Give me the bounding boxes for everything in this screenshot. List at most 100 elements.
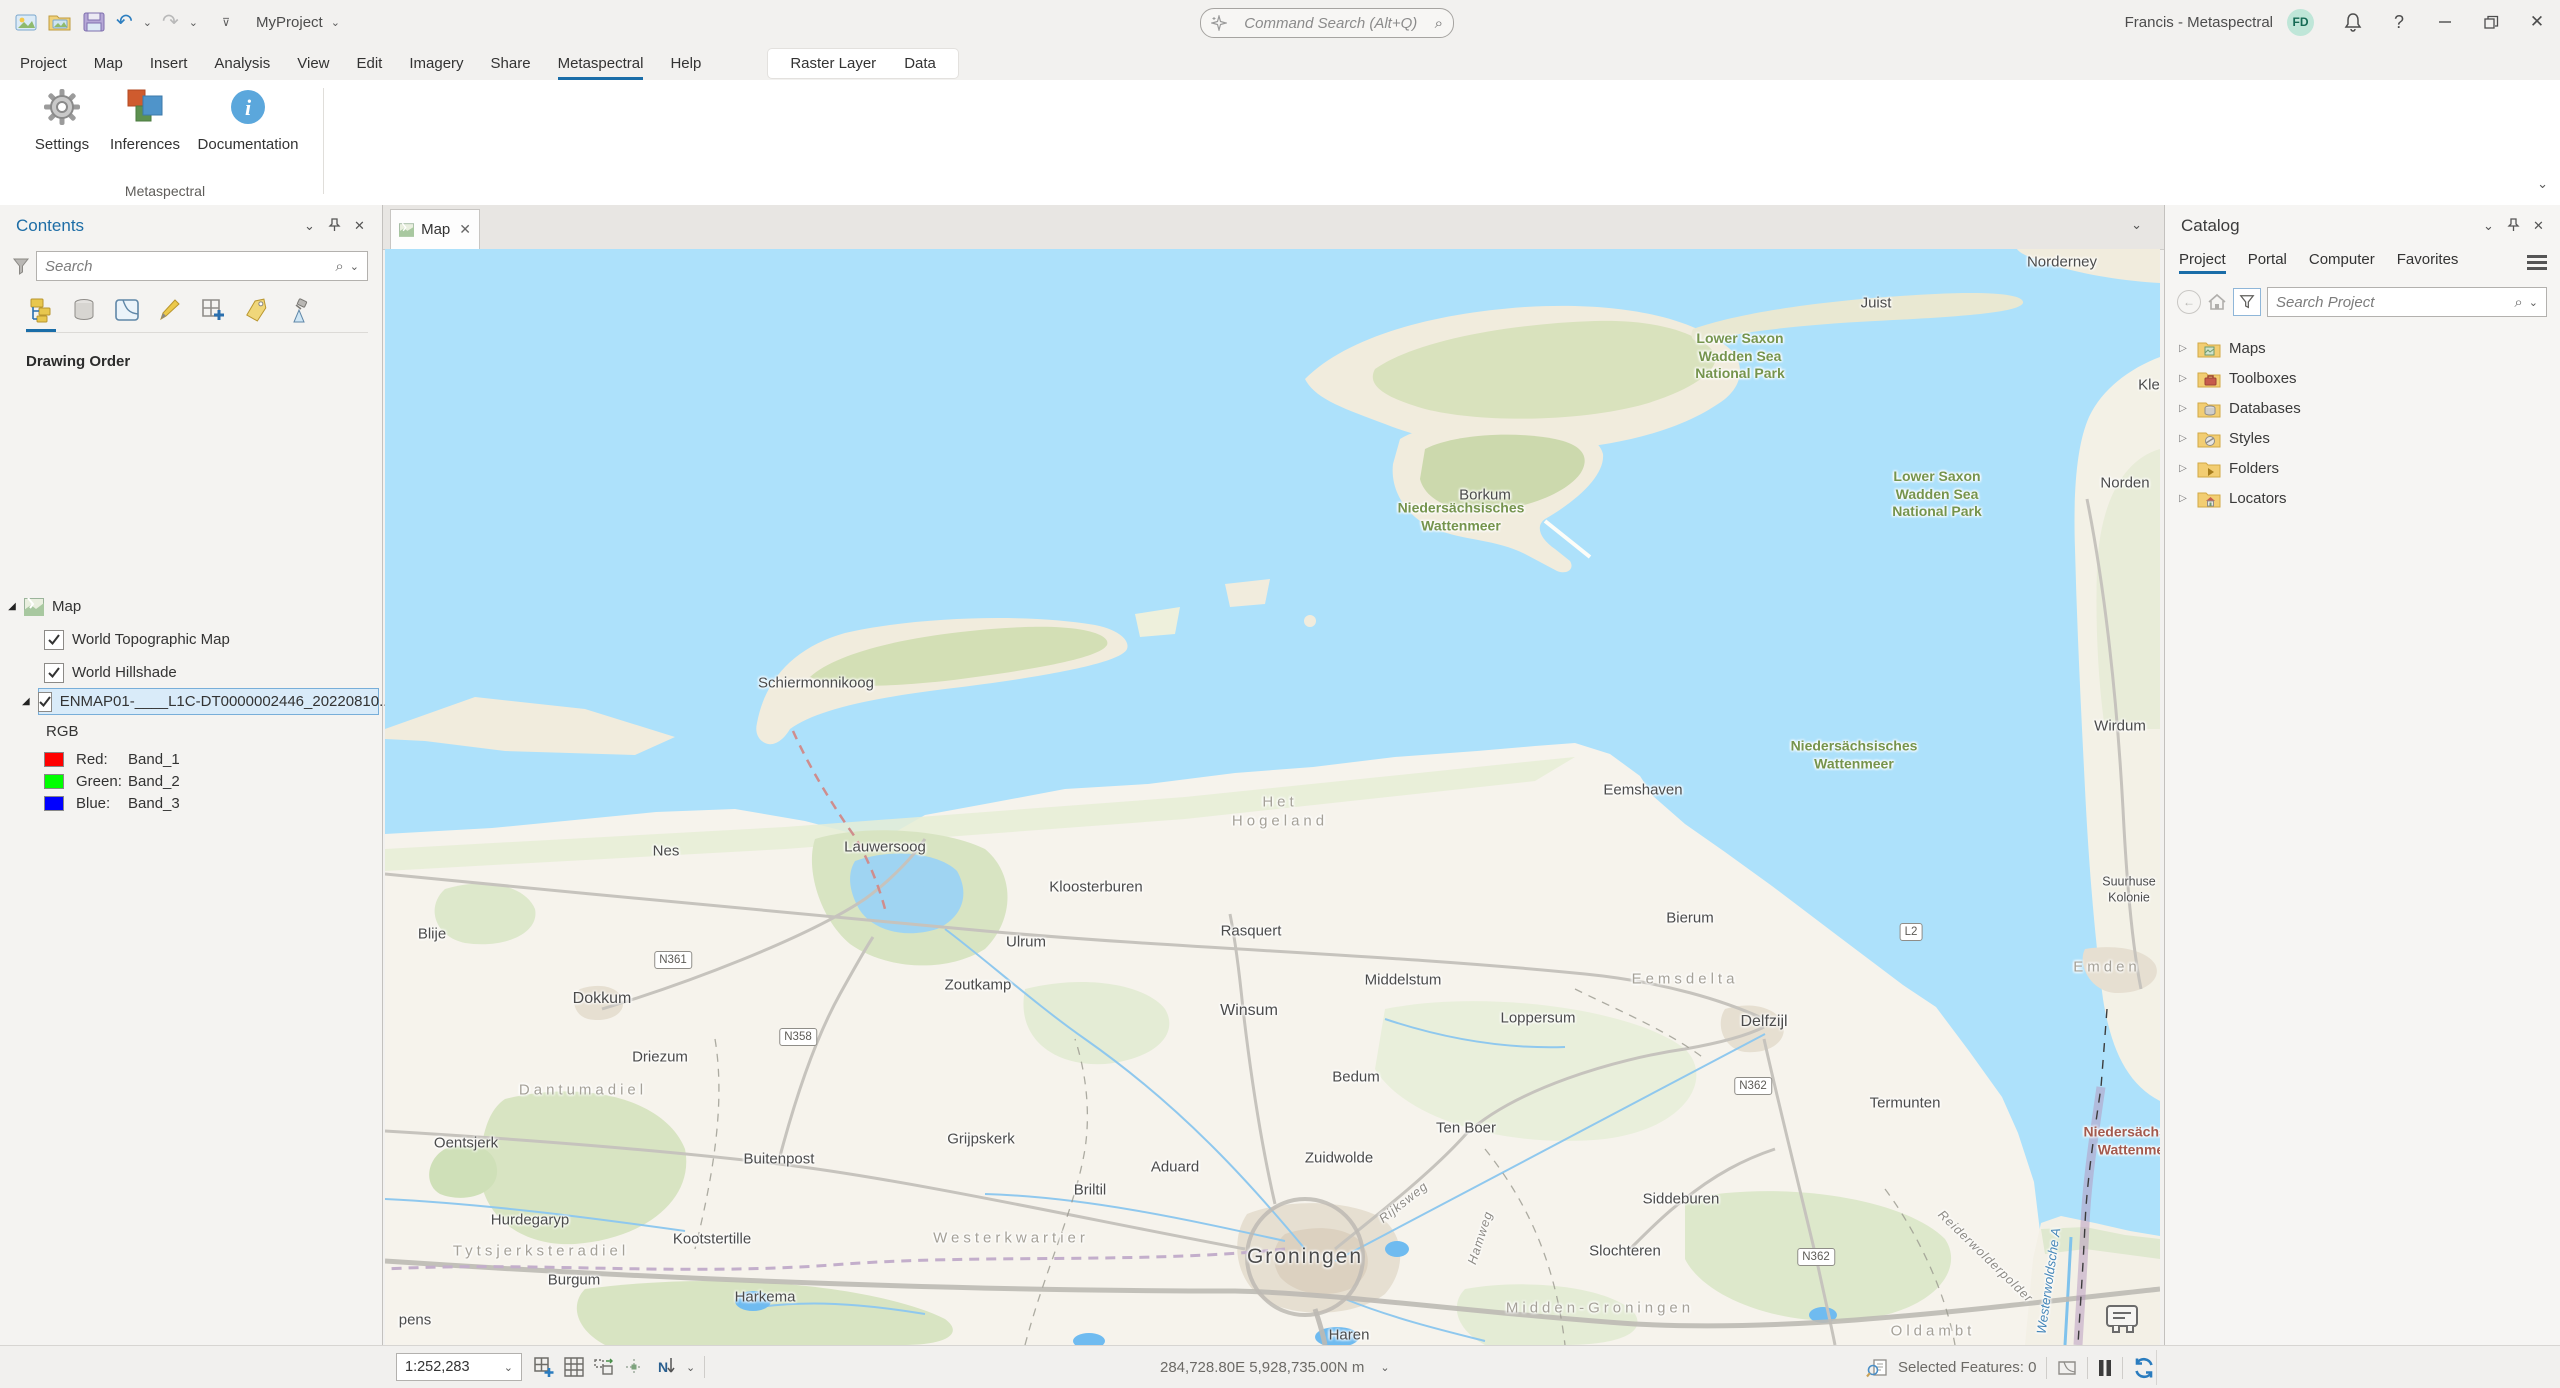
help-icon[interactable]: ? xyxy=(2376,0,2422,44)
new-project-icon[interactable] xyxy=(14,11,38,33)
list-by-data-source-icon[interactable] xyxy=(69,295,99,332)
collapsed-triangle-icon[interactable]: ▷ xyxy=(2177,493,2189,504)
coordinate-readout[interactable]: 284,728.80E 5,928,735.00N m ⌄ xyxy=(1160,1346,1390,1388)
catalog-item-databases[interactable]: ▷ Databases xyxy=(2165,393,2560,423)
avatar[interactable]: FD xyxy=(2287,9,2314,36)
project-menu[interactable]: MyProject ⌄ xyxy=(256,14,340,31)
list-by-drawing-order-icon[interactable] xyxy=(26,295,56,332)
ribbon-tab-edit[interactable]: Edit xyxy=(357,48,383,80)
documentation-button[interactable]: i Documentation xyxy=(198,88,298,153)
pin-icon[interactable] xyxy=(2501,218,2526,235)
undo-dropdown-icon[interactable]: ⌄ xyxy=(143,16,152,29)
map-view-tab[interactable]: Map ✕ xyxy=(390,209,480,249)
chevron-down-icon[interactable]: ⌄ xyxy=(350,260,359,273)
refresh-icon[interactable] xyxy=(2133,1357,2155,1379)
tree-node-map[interactable]: ◢ Map xyxy=(0,593,382,620)
layer-row-enmap[interactable]: ◢ ENMAP01-____L1C-DT0000002446_20220810.… xyxy=(0,688,382,715)
layer-row-hillshade[interactable]: World Hillshade xyxy=(0,659,382,686)
pause-drawing-icon[interactable] xyxy=(2098,1359,2112,1377)
command-search[interactable]: Command Search (Alt+Q) ⌕ xyxy=(1200,8,1454,38)
collapse-ribbon-icon[interactable]: ⌄ xyxy=(2537,176,2548,192)
close-tab-icon[interactable]: ✕ xyxy=(459,221,471,238)
layer-checkbox[interactable] xyxy=(38,692,52,712)
snapping-icon[interactable] xyxy=(624,1357,644,1377)
save-project-icon[interactable] xyxy=(82,11,106,33)
catalog-item-locators[interactable]: ▷ Locators xyxy=(2165,483,2560,513)
map-label: Middelstum xyxy=(1365,972,1442,991)
filter-funnel-icon[interactable] xyxy=(2233,288,2261,316)
collapsed-triangle-icon[interactable]: ▷ xyxy=(2177,373,2189,384)
ribbon-tab-project[interactable]: Project xyxy=(20,48,67,80)
filter-funnel-icon[interactable] xyxy=(12,257,30,275)
list-by-selection-icon[interactable] xyxy=(112,295,142,332)
contents-search-input[interactable]: Search ⌕ ⌄ xyxy=(36,251,368,281)
collapsed-triangle-icon[interactable]: ▷ xyxy=(2177,403,2189,414)
close-button[interactable]: ✕ xyxy=(2514,0,2560,44)
ribbon-tab-insert[interactable]: Insert xyxy=(150,48,188,80)
open-project-icon[interactable] xyxy=(48,11,72,33)
map-scale-combo[interactable]: 1:252,283 ⌄ xyxy=(396,1353,522,1381)
inferences-button[interactable]: Inferences xyxy=(95,88,195,153)
notifications-bell-icon[interactable] xyxy=(2330,0,2376,44)
ribbon-tab-view[interactable]: View xyxy=(297,48,329,80)
grid-icon[interactable] xyxy=(564,1357,584,1377)
pane-options-chevron-icon[interactable]: ⌄ xyxy=(2476,218,2501,234)
map-view[interactable]: NorderneyJuistKleLower Saxon Wadden Sea … xyxy=(385,249,2160,1345)
ribbon-tab-map[interactable]: Map xyxy=(94,48,123,80)
north-arrow-icon[interactable]: N xyxy=(653,1356,677,1378)
catalog-search-input[interactable]: Search Project ⌕ ⌄ xyxy=(2267,287,2547,317)
catalog-item-maps[interactable]: ▷ Maps xyxy=(2165,333,2560,363)
grid-add-icon[interactable] xyxy=(533,1356,555,1378)
ribbon-tab-analysis[interactable]: Analysis xyxy=(214,48,270,80)
map-extent-icon[interactable] xyxy=(2057,1359,2077,1377)
layer-checkbox[interactable] xyxy=(44,663,64,683)
list-by-editing-icon[interactable] xyxy=(155,295,185,332)
tab-portal[interactable]: Portal xyxy=(2248,251,2287,274)
layer-row-topographic[interactable]: World Topographic Map xyxy=(0,626,382,653)
collapsed-triangle-icon[interactable]: ▷ xyxy=(2177,433,2189,444)
tab-list-chevron-icon[interactable]: ⌄ xyxy=(2131,217,2142,233)
minimize-button[interactable] xyxy=(2422,0,2468,44)
chevron-down-icon[interactable]: ⌄ xyxy=(686,1361,695,1374)
undo-button[interactable]: ↶ xyxy=(116,12,133,32)
ribbon-tab-help[interactable]: Help xyxy=(670,48,701,80)
map-label: Bierum xyxy=(1666,910,1714,929)
collapsed-triangle-icon[interactable]: ▷ xyxy=(2177,463,2189,474)
collapsed-triangle-icon[interactable]: ▷ xyxy=(2177,343,2189,354)
back-arrow-icon[interactable]: ← xyxy=(2177,290,2201,314)
explore-selection-icon[interactable] xyxy=(1866,1358,1888,1378)
home-icon[interactable] xyxy=(2207,293,2227,311)
pane-options-chevron-icon[interactable]: ⌄ xyxy=(297,218,322,234)
catalog-item-toolboxes[interactable]: ▷ Toolboxes xyxy=(2165,363,2560,393)
tab-project[interactable]: Project xyxy=(2179,251,2226,274)
chevron-down-icon[interactable]: ⌄ xyxy=(2529,296,2538,309)
catalog-item-styles[interactable]: ▷ Styles xyxy=(2165,423,2560,453)
close-pane-icon[interactable]: ✕ xyxy=(2526,218,2551,234)
list-by-snapping-icon[interactable] xyxy=(198,295,228,332)
map-notification-icon[interactable] xyxy=(2105,1304,2139,1334)
tab-favorites[interactable]: Favorites xyxy=(2397,251,2459,274)
close-pane-icon[interactable]: ✕ xyxy=(347,218,372,234)
pin-icon[interactable] xyxy=(322,218,347,235)
ribbon-tab-share[interactable]: Share xyxy=(491,48,531,80)
selected-features-count[interactable]: Selected Features: 0 xyxy=(1898,1359,2036,1376)
customize-toolbar-icon[interactable]: ⊽ xyxy=(222,16,230,29)
catalog-item-folders[interactable]: ▷ Folders xyxy=(2165,453,2560,483)
tab-data[interactable]: Data xyxy=(890,49,950,78)
expanded-triangle-icon[interactable]: ◢ xyxy=(6,601,18,612)
redo-dropdown-icon[interactable]: ⌄ xyxy=(189,16,198,29)
map-label: Het Hogeland xyxy=(1232,793,1328,831)
layer-checkbox[interactable] xyxy=(44,630,64,650)
restore-button[interactable] xyxy=(2468,0,2514,44)
tab-raster-layer[interactable]: Raster Layer xyxy=(776,49,890,78)
menu-icon[interactable] xyxy=(2527,255,2547,270)
list-by-labeling-icon[interactable] xyxy=(241,295,271,332)
redo-button[interactable]: ↷ xyxy=(162,12,179,32)
tab-computer[interactable]: Computer xyxy=(2309,251,2375,274)
map-node-label: Map xyxy=(52,598,81,615)
layout-pages-icon[interactable] xyxy=(593,1357,615,1377)
ribbon-tab-imagery[interactable]: Imagery xyxy=(409,48,463,80)
list-by-charts-icon[interactable] xyxy=(284,295,314,332)
expanded-triangle-icon[interactable]: ◢ xyxy=(22,696,30,707)
ribbon-tab-metaspectral[interactable]: Metaspectral xyxy=(558,48,644,80)
